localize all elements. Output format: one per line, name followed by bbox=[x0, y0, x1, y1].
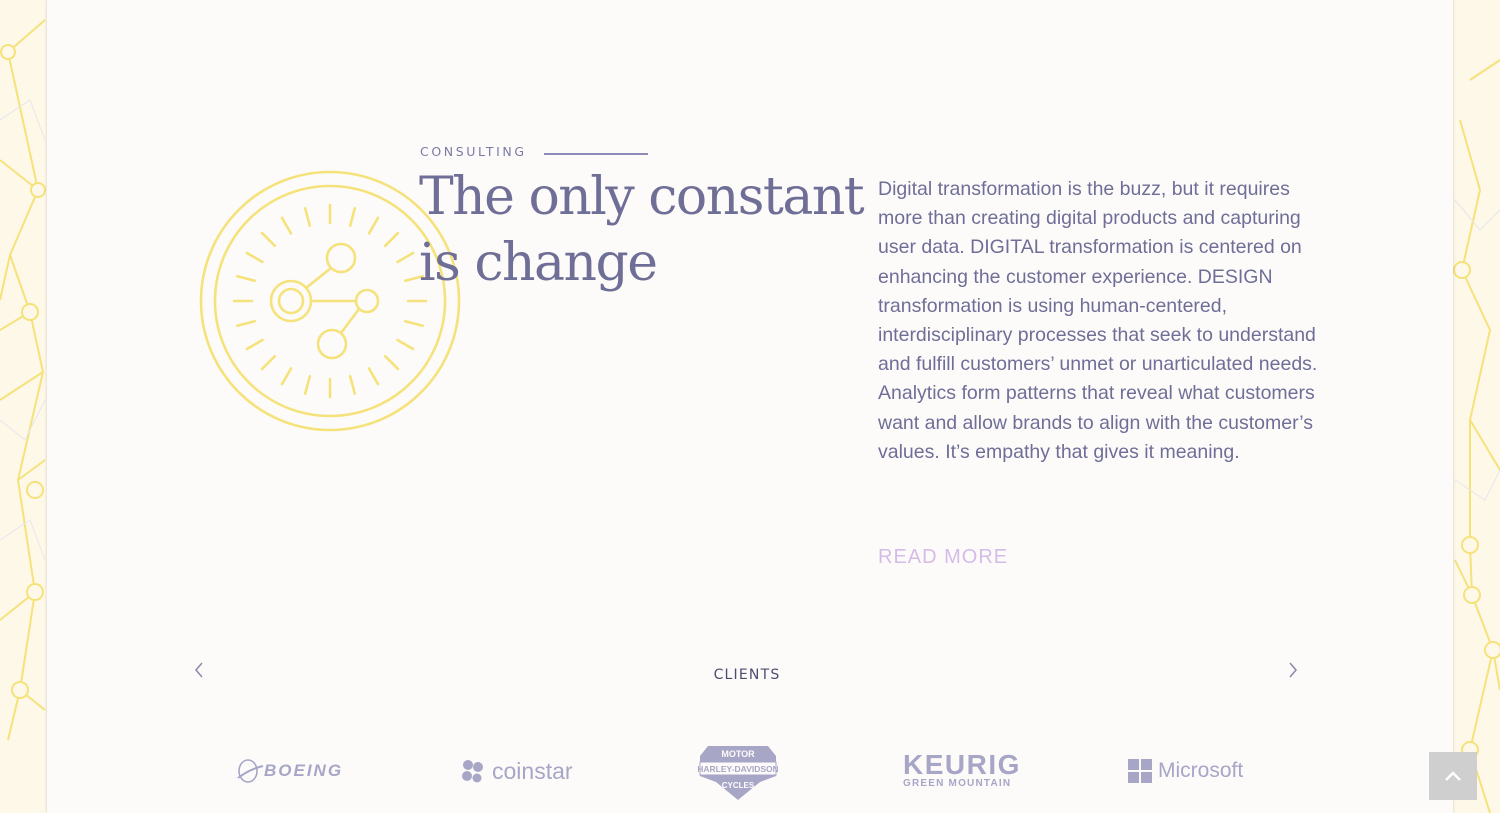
keurig-wordmark: KEURIG bbox=[903, 749, 1021, 780]
boeing-wordmark: BOEING bbox=[264, 761, 344, 780]
gauge-tick bbox=[245, 251, 264, 264]
gauge-tick bbox=[367, 367, 380, 386]
clients-next-button[interactable] bbox=[1286, 660, 1300, 680]
gauge-tick bbox=[383, 231, 400, 248]
gauge-tick bbox=[303, 375, 312, 395]
gauge-tick bbox=[396, 251, 415, 264]
section-eyebrow: CONSULTING bbox=[420, 144, 527, 159]
boeing-globe-icon bbox=[237, 759, 264, 783]
gauge-tick bbox=[348, 206, 357, 228]
harley-bottom-text: CYCLES bbox=[722, 781, 755, 790]
eyebrow-divider bbox=[544, 153, 648, 155]
harley-davidson-logo: MOTOR HARLEY-DAVIDSON CYCLES bbox=[698, 742, 778, 802]
coinstar-logo: coinstar bbox=[460, 748, 573, 794]
gauge-tick bbox=[280, 367, 293, 386]
gauge-tick bbox=[383, 354, 400, 371]
gauge-tick bbox=[235, 274, 257, 283]
gauge-tick bbox=[260, 354, 277, 371]
gauge-tick bbox=[404, 319, 424, 328]
gauge-tick bbox=[348, 375, 357, 395]
gauge-tick bbox=[245, 338, 264, 351]
microsoft-logo: Microsoft bbox=[1128, 748, 1243, 794]
section-body: Digital transformation is the buzz, but … bbox=[878, 178, 1318, 463]
harley-shield-icon: MOTOR HARLEY-DAVIDSON CYCLES bbox=[698, 746, 778, 800]
section-headline: The only constant is change bbox=[419, 167, 865, 293]
clients-title: CLIENTS bbox=[713, 667, 781, 683]
gauge-tick bbox=[303, 206, 312, 228]
microsoft-squares-icon bbox=[1128, 759, 1152, 783]
microsoft-wordmark: Microsoft bbox=[1158, 759, 1244, 782]
gauge-tick bbox=[235, 319, 257, 328]
keurig-subtitle: GREEN MOUNTAIN bbox=[903, 778, 1012, 789]
harley-middle-text: HARLEY-DAVIDSON bbox=[698, 764, 778, 774]
chevron-up-icon bbox=[1445, 771, 1461, 781]
keurig-logo: KEURIG GREEN MOUNTAIN bbox=[903, 748, 1021, 794]
harley-top-text: MOTOR bbox=[721, 749, 755, 759]
gauge-tick bbox=[367, 216, 380, 235]
gauge-tick bbox=[396, 338, 415, 351]
gauge-tick bbox=[260, 231, 277, 248]
back-to-top-button[interactable] bbox=[1429, 752, 1477, 800]
gauge-tick bbox=[280, 216, 293, 235]
coinstar-dots-icon bbox=[462, 760, 483, 783]
read-more-link[interactable]: READ MORE bbox=[878, 546, 1008, 569]
boeing-logo: BOEING bbox=[236, 748, 343, 794]
coinstar-wordmark: coinstar bbox=[492, 757, 573, 784]
chevron-right-icon bbox=[1289, 662, 1298, 678]
